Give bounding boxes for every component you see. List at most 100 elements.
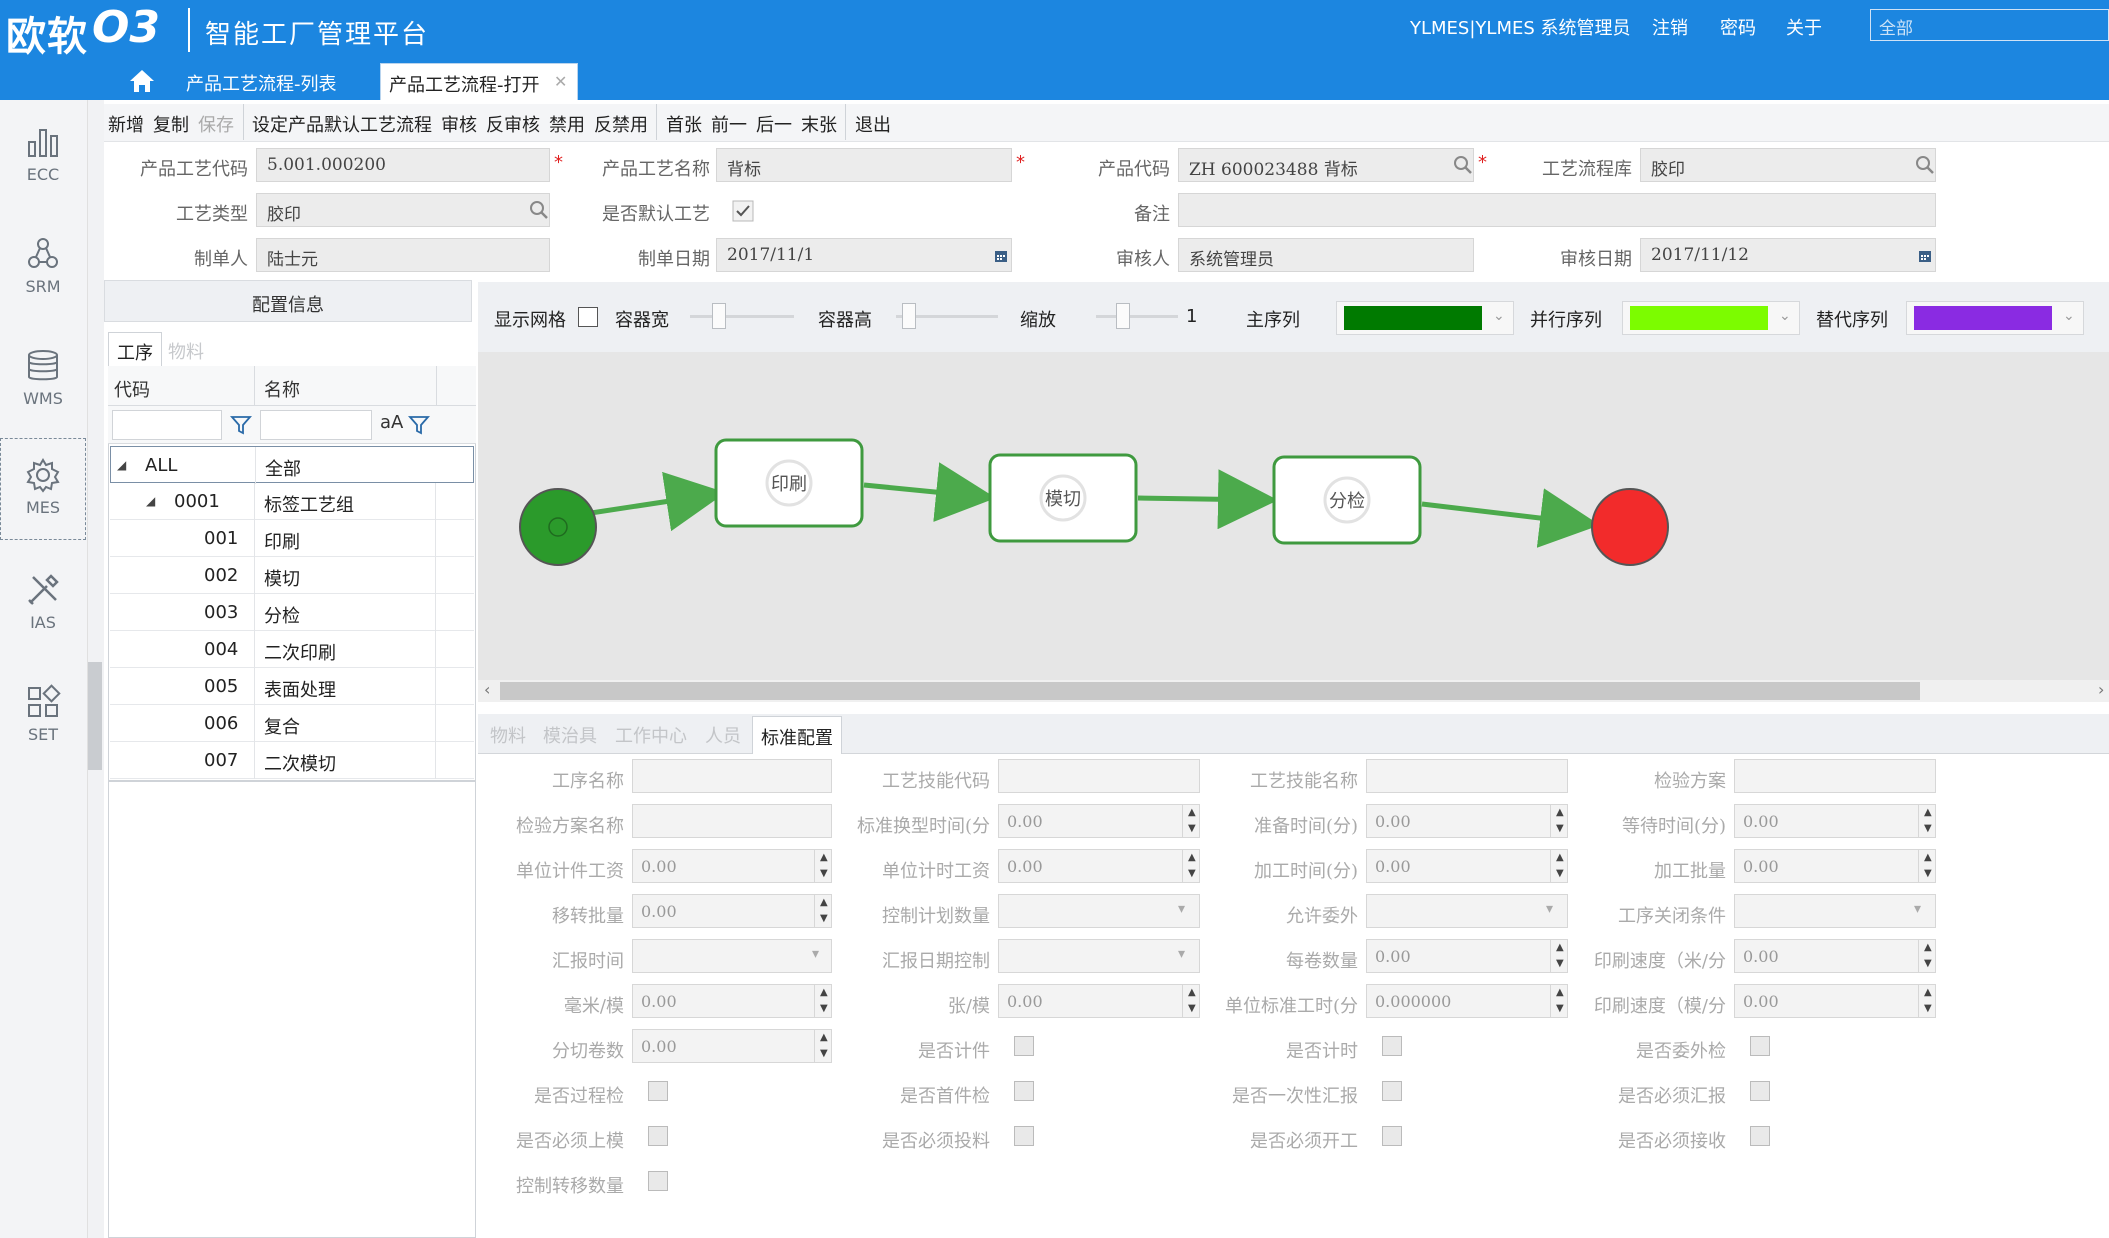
nav-item-mes[interactable]: MES [0, 438, 86, 540]
tree-row[interactable]: 006 复合 [110, 705, 474, 742]
unaudit-button[interactable]: 反审核 [486, 111, 540, 137]
undisable-button[interactable]: 反禁用 [594, 111, 648, 137]
stepper[interactable]: ▲ ▼ [1550, 939, 1568, 973]
tree-row[interactable]: 007 二次模切 [110, 742, 474, 779]
tab-process-list[interactable]: 产品工艺流程-列表 [178, 63, 345, 100]
set-default-process-button[interactable]: 设定产品默认工艺流程 [252, 111, 432, 137]
last-record-button[interactable]: 末张 [801, 111, 837, 137]
logout-link[interactable]: 注销 [1652, 14, 1688, 40]
chevron-left-icon[interactable]: ‹ [484, 680, 490, 699]
container-width-slider-thumb[interactable] [712, 303, 726, 329]
must-mount-die-checkbox[interactable] [648, 1126, 668, 1146]
std-hours-field[interactable]: 0.000000 [1366, 984, 1568, 1018]
sheets-per-die-field[interactable]: 0.00 [998, 984, 1200, 1018]
password-link[interactable]: 密码 [1720, 14, 1756, 40]
stepper[interactable]: ▲ ▼ [1182, 984, 1200, 1018]
remark-input[interactable] [1178, 193, 1936, 227]
must-report-checkbox[interactable] [1750, 1081, 1770, 1101]
zoom-slider-thumb[interactable] [1116, 303, 1130, 329]
tree-row[interactable]: 001 印刷 [110, 520, 474, 557]
tree-row[interactable]: ◢ 0001 标签工艺组 [110, 483, 474, 520]
code-filter-input[interactable] [112, 410, 222, 440]
exit-button[interactable]: 退出 [855, 111, 891, 137]
home-icon[interactable] [128, 68, 156, 94]
audit-button[interactable]: 审核 [441, 111, 477, 137]
chevron-down-icon[interactable]: ▾ [1546, 901, 1553, 917]
stepper[interactable]: ▲ ▼ [1550, 849, 1568, 883]
show-grid-checkbox[interactable] [578, 307, 598, 327]
tab-standard-config[interactable]: 标准配置 [752, 716, 842, 754]
stepper[interactable]: ▲ ▼ [1550, 804, 1568, 838]
flow-edge[interactable] [863, 462, 996, 522]
processing-batch-field[interactable]: 0.00 [1734, 849, 1936, 883]
stepper[interactable]: ▲ ▼ [1918, 984, 1936, 1018]
wait-time-field[interactable]: 0.00 [1734, 804, 1936, 838]
nav-splitter-handle[interactable] [88, 662, 102, 770]
container-height-slider-thumb[interactable] [902, 303, 916, 329]
tab-process[interactable]: 工序 [108, 332, 162, 366]
chevron-down-icon[interactable]: ⌄ [1779, 308, 1791, 324]
is-first-article-checkbox[interactable] [1014, 1081, 1034, 1101]
tab-process-open[interactable]: 产品工艺流程-打开 [380, 63, 578, 100]
chevron-right-icon[interactable]: › [2098, 680, 2104, 699]
create-date-input[interactable]: 2017/11/1 [716, 238, 1012, 272]
search-icon[interactable] [1452, 154, 1474, 176]
nav-item-wms[interactable]: WMS [0, 330, 86, 434]
column-header-name[interactable]: 名称 [264, 376, 300, 402]
report-time-select[interactable] [632, 939, 832, 973]
skill-code-field[interactable] [998, 759, 1200, 793]
chevron-down-icon[interactable]: ▾ [1178, 901, 1185, 917]
inspection-plan-name-field[interactable] [632, 804, 832, 838]
chevron-down-icon[interactable]: ▾ [1914, 901, 1921, 917]
inspection-plan-field[interactable] [1734, 759, 1936, 793]
save-button[interactable]: 保存 [198, 111, 234, 137]
tree-row[interactable]: 003 分检 [110, 594, 474, 631]
collapse-icon[interactable]: ◢ [117, 458, 126, 472]
calendar-icon[interactable] [994, 249, 1008, 263]
name-filter-input[interactable] [260, 410, 372, 440]
product-code-input[interactable]: ZH 600023488 背标 [1178, 148, 1474, 182]
stepper[interactable]: ▲ ▼ [814, 1029, 832, 1063]
processing-time-field[interactable]: 0.00 [1366, 849, 1568, 883]
mm-per-die-field[interactable]: 0.00 [632, 984, 832, 1018]
audit-date-input[interactable]: 2017/11/12 [1640, 238, 1936, 272]
stepper[interactable]: ▲ ▼ [1918, 804, 1936, 838]
report-date-control-select[interactable] [998, 939, 1200, 973]
stepper[interactable]: ▲ ▼ [814, 894, 832, 928]
first-record-button[interactable]: 首张 [666, 111, 702, 137]
scrollbar-thumb[interactable] [500, 682, 1920, 700]
control-plan-qty-select[interactable] [998, 894, 1200, 928]
filter-icon[interactable] [408, 414, 430, 436]
flow-edge[interactable] [1421, 488, 1600, 548]
close-icon[interactable]: ✕ [554, 72, 567, 91]
stepper[interactable]: ▲ ▼ [1550, 984, 1568, 1018]
copy-button[interactable]: 复制 [153, 111, 189, 137]
stepper[interactable]: ▲ ▼ [814, 849, 832, 883]
about-link[interactable]: 关于 [1786, 14, 1822, 40]
prev-record-button[interactable]: 前一 [711, 111, 747, 137]
is-one-time-report-checkbox[interactable] [1382, 1081, 1402, 1101]
tab-staff[interactable]: 人员 [705, 722, 741, 748]
process-code-input[interactable]: 5.001.000200 [256, 148, 550, 182]
must-feed-material-checkbox[interactable] [1014, 1126, 1034, 1146]
creator-input[interactable]: 陆士元 [256, 238, 550, 272]
filter-icon[interactable] [230, 414, 252, 436]
calendar-icon[interactable] [1918, 249, 1932, 263]
nav-item-ecc[interactable]: ECC [0, 106, 86, 210]
close-condition-select[interactable] [1734, 894, 1936, 928]
zoom-slider-track[interactable] [1096, 315, 1178, 318]
process-node-diecut[interactable]: 模切 [988, 453, 1138, 543]
control-transfer-qty-checkbox[interactable] [648, 1171, 668, 1191]
process-type-input[interactable]: 胶印 [256, 193, 550, 227]
process-name-input[interactable]: 背标 [716, 148, 1012, 182]
auditor-input[interactable]: 系统管理员 [1178, 238, 1474, 272]
tab-material[interactable]: 物料 [490, 722, 526, 748]
container-width-slider-track[interactable] [690, 315, 794, 318]
changeover-time-field[interactable]: 0.00 [998, 804, 1200, 838]
header-search-input[interactable]: 全部 [1870, 9, 2109, 41]
chevron-down-icon[interactable]: ⌄ [1493, 308, 1505, 324]
must-receive-checkbox[interactable] [1750, 1126, 1770, 1146]
next-record-button[interactable]: 后一 [756, 111, 792, 137]
search-icon[interactable] [1914, 154, 1936, 176]
flow-edge[interactable] [1137, 469, 1278, 530]
